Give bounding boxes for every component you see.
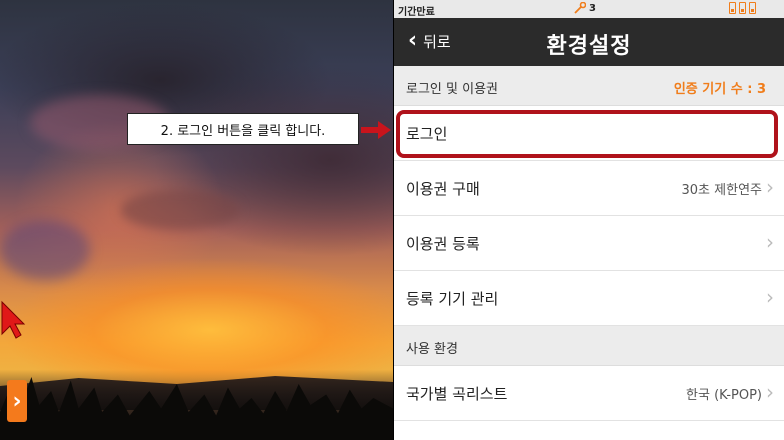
section-label: 로그인 및 이용권 — [406, 82, 498, 97]
chevron-right-icon: › — [766, 230, 774, 254]
country-songlist-row[interactable]: 국가별 곡리스트 한국 (K-POP) › — [394, 366, 784, 421]
status-batteries — [729, 2, 756, 14]
section-env-header: 사용 환경 — [394, 326, 784, 366]
key-icon — [574, 2, 586, 14]
battery-icon — [749, 2, 756, 14]
row-value: 30초 제한연주 — [681, 183, 762, 198]
login-row[interactable]: 로그인 — [394, 106, 784, 161]
device-count: 인증 기기 수 : 3 — [673, 82, 766, 97]
background-photo — [0, 0, 393, 440]
highlight-box — [396, 110, 778, 158]
status-bar: 기간만료 3 — [394, 0, 784, 18]
next-button[interactable]: › — [7, 380, 27, 422]
section-label: 사용 환경 — [406, 342, 458, 357]
chevron-right-icon: › — [766, 285, 774, 309]
phone-screen: 기간만료 3 ‹ 뒤로 환경설정 로그인 및 이용권 인증 기기 수 : 3 로… — [394, 0, 784, 440]
row-label: 이용권 등록 — [406, 235, 480, 253]
page-title: 환경설정 — [546, 34, 632, 59]
register-pass-row[interactable]: 이용권 등록 › — [394, 216, 784, 271]
status-signal: 3 — [574, 2, 596, 14]
navigation-bar: ‹ 뒤로 환경설정 — [394, 18, 784, 66]
battery-icon — [739, 2, 746, 14]
chevron-right-icon: › — [12, 388, 22, 414]
mouse-pointer-icon — [1, 300, 26, 339]
row-value: 한국 (K-POP) — [686, 388, 762, 403]
row-label: 국가별 곡리스트 — [406, 385, 508, 403]
purchase-pass-row[interactable]: 이용권 구매 30초 제한연주 › — [394, 161, 784, 216]
status-expired-text: 기간만료 — [398, 7, 435, 18]
chevron-right-icon: › — [766, 380, 774, 404]
row-label: 등록 기기 관리 — [406, 290, 499, 308]
instruction-callout: 2. 로그인 버튼을 클릭 합니다. — [127, 113, 359, 145]
battery-icon — [729, 2, 736, 14]
chevron-right-icon: › — [766, 175, 774, 199]
pointer-arrow-icon — [361, 121, 391, 139]
status-signal-count: 3 — [589, 2, 596, 14]
row-label: 이용권 구매 — [406, 180, 480, 198]
cloud-decor — [120, 190, 240, 230]
cloud-decor — [0, 220, 90, 280]
section-login-header: 로그인 및 이용권 인증 기기 수 : 3 — [394, 66, 784, 106]
device-manage-row[interactable]: 등록 기기 관리 › — [394, 271, 784, 326]
